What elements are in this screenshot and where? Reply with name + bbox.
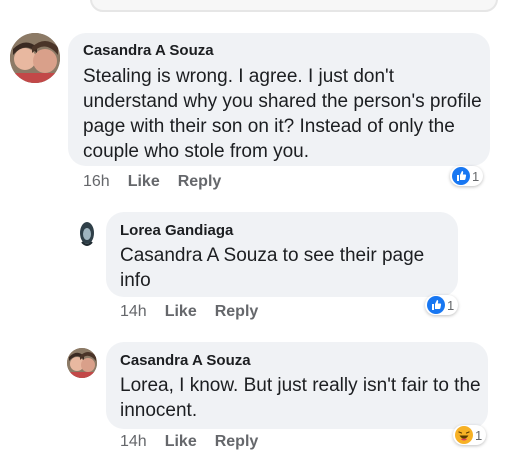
previous-comment-bubble <box>90 0 498 12</box>
reaction-badge[interactable]: 1 <box>453 425 487 445</box>
like-button[interactable]: Like <box>128 173 160 191</box>
comment-timestamp[interactable]: 14h <box>120 303 147 321</box>
like-icon <box>452 167 470 185</box>
haha-icon <box>455 426 473 444</box>
avatar[interactable] <box>67 348 97 378</box>
comment-thread: Casandra A Souza Stealing is wrong. I ag… <box>0 0 513 472</box>
comment-text: Lorea, I know. But just really isn't fai… <box>120 375 481 421</box>
like-button[interactable]: Like <box>165 303 197 321</box>
comment-meta: 14h Like Reply <box>120 303 258 321</box>
comment-text: Casandra A Souza to see their page info <box>120 245 425 291</box>
profile-photo-icon <box>67 348 97 378</box>
avatar[interactable] <box>73 220 101 248</box>
avatar[interactable] <box>10 33 60 83</box>
comment-timestamp[interactable]: 16h <box>83 173 110 191</box>
reply-button[interactable]: Reply <box>215 433 259 451</box>
reply-button[interactable]: Reply <box>178 173 222 191</box>
comment-timestamp[interactable]: 14h <box>120 433 147 451</box>
like-button[interactable]: Like <box>165 433 197 451</box>
reaction-count: 1 <box>475 427 483 443</box>
comment-author[interactable]: Lorea Gandiaga <box>120 222 233 239</box>
comment-meta: 16h Like Reply <box>83 173 221 191</box>
reaction-count: 1 <box>447 297 455 313</box>
profile-photo-icon <box>73 220 101 248</box>
reaction-badge[interactable]: 1 <box>425 295 459 315</box>
comment-author[interactable]: Casandra A Souza <box>120 352 251 369</box>
profile-photo-icon <box>10 33 60 83</box>
reaction-badge[interactable]: 1 <box>450 166 484 186</box>
reaction-count: 1 <box>472 168 480 184</box>
comment-text: Stealing is wrong. I agree. I just don't… <box>83 66 482 162</box>
comment-meta: 14h Like Reply <box>120 433 258 451</box>
comment-author[interactable]: Casandra A Souza <box>83 42 214 59</box>
reply-button[interactable]: Reply <box>215 303 259 321</box>
like-icon <box>427 296 445 314</box>
